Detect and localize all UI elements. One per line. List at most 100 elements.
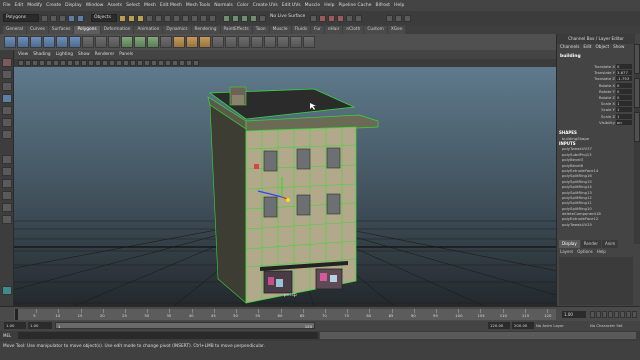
panel-menu-show[interactable]: Show — [78, 52, 90, 57]
shelf-tab-custom[interactable]: Custom — [364, 26, 387, 34]
bevel-icon[interactable] — [251, 36, 263, 48]
step-forward-key-icon[interactable] — [626, 311, 631, 318]
panel-menu-view[interactable]: View — [18, 52, 28, 57]
step-back-frame-icon[interactable] — [602, 311, 607, 318]
use-all-lights-icon[interactable] — [137, 60, 143, 66]
2d-pan-zoom-icon[interactable] — [46, 60, 52, 66]
smooth-icon[interactable] — [121, 36, 133, 48]
tool-settings-side-tab[interactable] — [634, 112, 640, 142]
handle-mask-icon[interactable] — [146, 14, 153, 22]
attribute-row[interactable]: Rotate X0 — [559, 82, 633, 89]
range-bar[interactable]: 1 120 — [55, 322, 315, 329]
textured-icon[interactable] — [130, 60, 136, 66]
perspective-viewport[interactable]: persp — [14, 67, 556, 306]
go-to-start-icon[interactable] — [590, 311, 595, 318]
redo-icon[interactable] — [77, 14, 84, 22]
current-time-marker[interactable] — [15, 309, 18, 320]
character-set-dropdown[interactable]: No Character Set — [590, 322, 623, 329]
misc-mask-icon[interactable] — [209, 14, 216, 22]
hypershade-icon[interactable] — [346, 14, 353, 22]
xray-joints-icon[interactable] — [158, 60, 164, 66]
joint-mask-icon[interactable] — [155, 14, 162, 22]
anti-aliasing-icon[interactable] — [186, 60, 192, 66]
shelf-tab-muscle[interactable]: Muscle — [269, 26, 291, 34]
uv-editor-icon[interactable] — [303, 36, 315, 48]
multi-cut-icon[interactable] — [212, 36, 224, 48]
grease-pencil-icon[interactable] — [53, 60, 59, 66]
open-scene-icon[interactable] — [50, 14, 57, 22]
film-gate-icon[interactable] — [67, 60, 73, 66]
menu-normals[interactable]: Normals — [214, 3, 233, 8]
attribute-value-field[interactable]: -1.753 — [616, 76, 632, 82]
shelf-tab-polygons[interactable]: Polygons — [74, 26, 100, 34]
paint-select-tool-icon[interactable] — [2, 82, 12, 91]
anim-layer-dropdown[interactable]: No Anim Layer — [536, 322, 564, 329]
menu-edit-mesh[interactable]: Edit Mesh — [160, 3, 182, 8]
insert-edge-loop-icon[interactable] — [225, 36, 237, 48]
layer-tab-anim[interactable]: Anim — [602, 240, 619, 248]
shelf-tab-painteffects[interactable]: PaintEffects — [220, 26, 252, 34]
shelf-tab-deformation[interactable]: Deformation — [100, 26, 134, 34]
surface-mask-icon[interactable] — [173, 14, 180, 22]
merge-icon[interactable] — [264, 36, 276, 48]
menu-mesh[interactable]: Mesh — [144, 3, 156, 8]
extrude-icon[interactable] — [173, 36, 185, 48]
attribute-row[interactable]: Visibility on — [559, 119, 633, 126]
select-tool-icon[interactable] — [2, 58, 12, 67]
boolean-union-icon[interactable] — [134, 36, 146, 48]
sidebar-toggle-icon[interactable] — [404, 14, 411, 22]
current-frame-field[interactable]: 1.00 — [562, 311, 586, 318]
select-by-object-icon[interactable] — [128, 14, 135, 22]
attribute-value-field[interactable]: 0 — [616, 64, 632, 69]
go-to-end-icon[interactable] — [632, 311, 637, 318]
ipr-render-icon[interactable] — [328, 14, 335, 22]
scale-tool-icon[interactable] — [2, 118, 12, 127]
start-time-field[interactable]: 1.00 — [4, 322, 26, 329]
selection-mode-dropdown[interactable]: Objects — [91, 14, 117, 22]
menu-window[interactable]: Window — [86, 3, 104, 8]
menu-mesh-tools[interactable]: Mesh Tools — [186, 3, 210, 8]
shelf-tab-toon[interactable]: Toon — [252, 26, 269, 34]
render-view-icon[interactable] — [355, 14, 362, 22]
playback-end-field[interactable]: 120.00 — [488, 322, 510, 329]
menu-pipeline-cache[interactable]: Pipeline Cache — [338, 3, 371, 8]
panel-menu-panels[interactable]: Panels — [119, 52, 133, 57]
attribute-value-field[interactable]: 1 — [616, 107, 632, 113]
motion-blur-icon[interactable] — [179, 60, 185, 66]
attribute-editor-side-tab[interactable] — [634, 78, 640, 108]
command-input[interactable] — [18, 332, 318, 339]
attribute-value-field[interactable]: 0 — [616, 95, 632, 100]
new-scene-icon[interactable] — [41, 14, 48, 22]
step-forward-frame-icon[interactable] — [620, 311, 625, 318]
ambient-occlusion-icon[interactable] — [172, 60, 178, 66]
snap-curve-icon[interactable] — [232, 14, 239, 22]
depth-of-field-icon[interactable] — [193, 60, 199, 66]
attribute-value-field[interactable]: 1 — [616, 113, 632, 119]
layer-menu-layers[interactable]: Layers — [560, 248, 573, 256]
channel-menu-channels[interactable]: Channels — [560, 44, 579, 52]
menu-modify[interactable]: Modify — [27, 3, 42, 8]
panel-menu-lighting[interactable]: Lighting — [56, 52, 73, 57]
snap-grid-icon[interactable] — [223, 14, 230, 22]
channel-menu-object[interactable]: Object — [595, 44, 609, 52]
menu-create[interactable]: Create — [46, 3, 61, 8]
shadows-icon[interactable] — [144, 60, 150, 66]
lasso-tool-icon[interactable] — [2, 70, 12, 79]
input-node[interactable]: polyTweakUV25 — [557, 222, 635, 227]
bookmarks-icon[interactable] — [32, 60, 38, 66]
menu-display[interactable]: Display — [65, 3, 82, 8]
shelf-tab-surfaces[interactable]: Surfaces — [48, 26, 74, 34]
attribute-row[interactable]: Rotate Z0 — [559, 95, 633, 101]
deform-mask-icon[interactable] — [182, 14, 189, 22]
attribute-row[interactable]: Scale Y1 — [559, 107, 633, 113]
poly-cube-icon[interactable] — [17, 36, 29, 48]
shelf-tab-dynamics[interactable]: Dynamics — [163, 26, 191, 34]
grid-toggle-icon[interactable] — [60, 60, 66, 66]
boolean-difference-icon[interactable] — [147, 36, 159, 48]
save-scene-icon[interactable] — [59, 14, 66, 22]
bridge-icon[interactable] — [186, 36, 198, 48]
combine-icon[interactable] — [82, 36, 94, 48]
attribute-row[interactable]: Translate Z -1.753 — [559, 76, 633, 82]
construction-history-icon[interactable] — [310, 14, 317, 22]
shelf-tab-curves[interactable]: Curves — [26, 26, 48, 34]
